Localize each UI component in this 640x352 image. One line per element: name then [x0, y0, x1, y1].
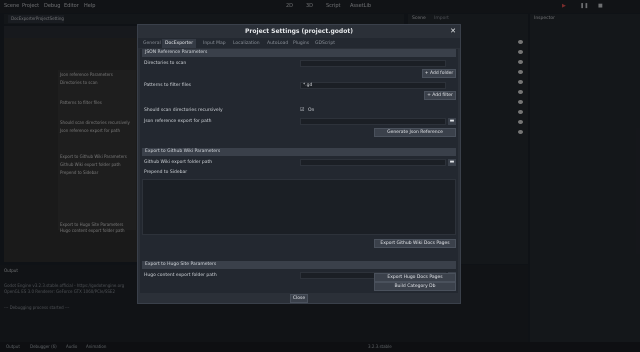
section-header-hugo: Export to Hugo Site Parameters	[142, 261, 456, 269]
add-folder-button[interactable]: + Add folder	[422, 69, 456, 78]
add-filter-label: Add filter	[432, 93, 453, 98]
tab-localization[interactable]: Localization	[230, 39, 263, 48]
generate-json-button[interactable]: Generate Json Reference	[374, 128, 456, 137]
close-icon[interactable]: ✕	[448, 26, 458, 36]
prepend-label: Prepend to Sidebar	[144, 170, 188, 175]
section-header-github: Export to Github Wiki Parameters	[142, 148, 456, 156]
settings-content: JSON Reference Parameters Directories to…	[140, 49, 458, 293]
pattern-field[interactable]: *.gd	[300, 82, 446, 89]
recursive-checkbox[interactable]: ☑	[300, 107, 304, 113]
folder-icon[interactable]: ▬	[448, 118, 456, 125]
add-filter-button[interactable]: + Add filter	[424, 91, 456, 100]
github-folder-label: Github Wiki export folder path	[144, 160, 213, 165]
dialog-title: Project Settings (project.godot)	[138, 25, 460, 38]
tab-gdscript[interactable]: GDScript	[312, 39, 338, 48]
export-github-button[interactable]: Export Github Wiki Docs Pages	[374, 239, 456, 248]
build-category-button[interactable]: Build Category Db	[374, 282, 456, 291]
recursive-value: On	[308, 108, 315, 113]
tab-docexporter[interactable]: DocExporter	[162, 39, 197, 48]
add-folder-label: Add folder	[429, 71, 454, 76]
prepend-textarea[interactable]	[142, 179, 456, 235]
project-settings-dialog: Project Settings (project.godot) ✕ Gener…	[137, 24, 461, 304]
settings-tabbar: General DocExporter Input Map Localizati…	[138, 38, 460, 48]
json-export-label: Json reference export for path	[144, 119, 212, 124]
hugo-folder-label: Hugo content export folder path	[144, 273, 217, 278]
section-header-json: JSON Reference Parameters	[142, 49, 456, 57]
github-folder-field[interactable]	[300, 159, 446, 166]
patterns-label: Patterns to filter files	[144, 83, 192, 88]
recursive-label: Should scan directories recursively	[144, 108, 223, 113]
dirs-field[interactable]	[300, 60, 446, 67]
dirs-label: Directories to scan	[144, 61, 187, 66]
tab-plugins[interactable]: Plugins	[290, 39, 312, 48]
folder-icon[interactable]: ▬	[448, 159, 456, 166]
json-export-field[interactable]	[300, 118, 446, 125]
export-hugo-button[interactable]: Export Hugo Docs Pages	[374, 273, 456, 282]
tab-input-map[interactable]: Input Map	[200, 39, 229, 48]
tab-autoload[interactable]: AutoLoad	[264, 39, 291, 48]
tab-general[interactable]: General	[140, 39, 164, 48]
close-button[interactable]: Close	[290, 294, 308, 303]
